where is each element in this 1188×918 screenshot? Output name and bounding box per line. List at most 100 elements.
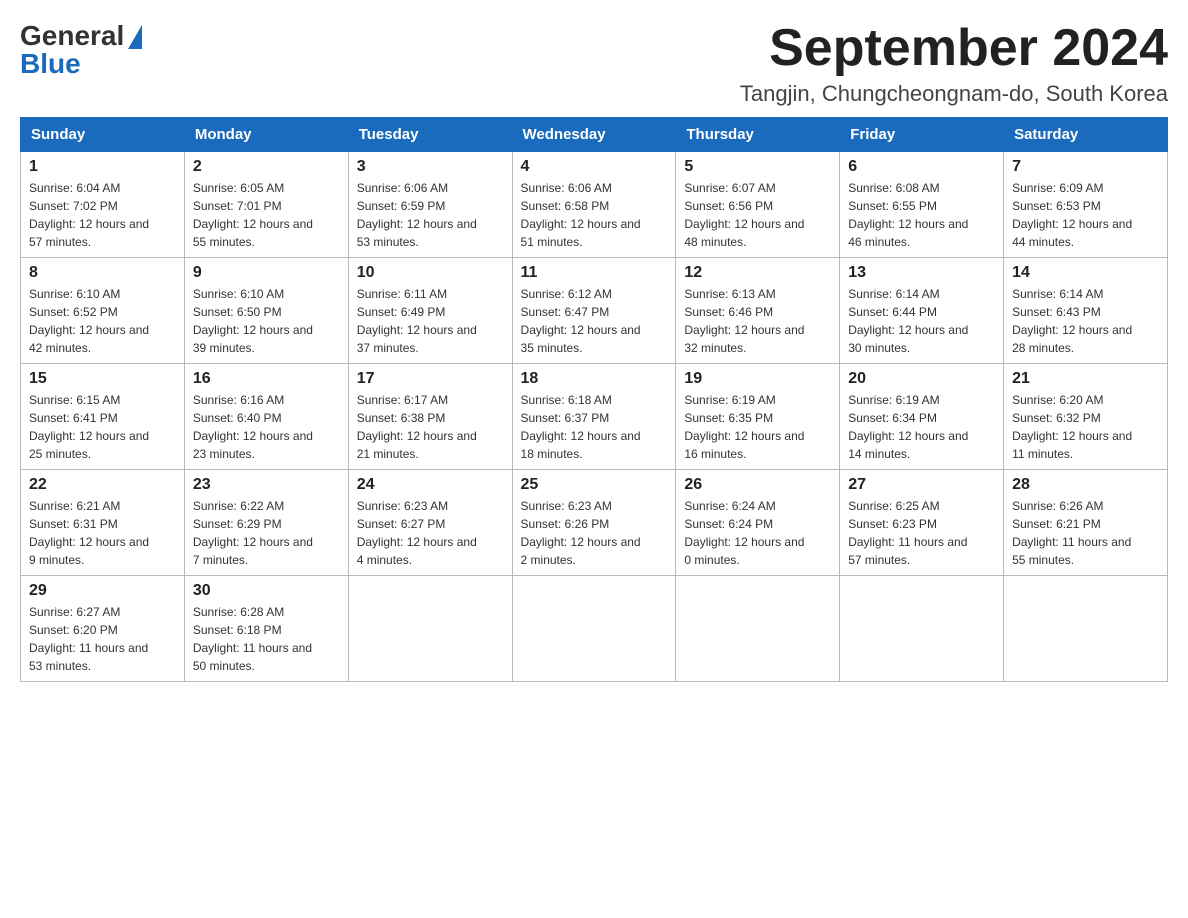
day-number: 2 [193, 158, 340, 176]
day-info: Sunrise: 6:08 AMSunset: 6:55 PMDaylight:… [848, 181, 968, 249]
calendar-cell: 10 Sunrise: 6:11 AMSunset: 6:49 PMDaylig… [348, 258, 512, 364]
day-number: 29 [29, 582, 176, 600]
calendar-header-monday: Monday [184, 118, 348, 152]
day-info: Sunrise: 6:22 AMSunset: 6:29 PMDaylight:… [193, 499, 313, 567]
day-info: Sunrise: 6:13 AMSunset: 6:46 PMDaylight:… [684, 287, 804, 355]
calendar-cell: 13 Sunrise: 6:14 AMSunset: 6:44 PMDaylig… [840, 258, 1004, 364]
calendar-header-sunday: Sunday [21, 118, 185, 152]
day-info: Sunrise: 6:19 AMSunset: 6:34 PMDaylight:… [848, 393, 968, 461]
calendar-cell: 15 Sunrise: 6:15 AMSunset: 6:41 PMDaylig… [21, 364, 185, 470]
calendar-cell [676, 576, 840, 682]
day-number: 27 [848, 476, 995, 494]
day-number: 5 [684, 158, 831, 176]
day-info: Sunrise: 6:28 AMSunset: 6:18 PMDaylight:… [193, 605, 312, 673]
day-info: Sunrise: 6:05 AMSunset: 7:01 PMDaylight:… [193, 181, 313, 249]
calendar-week-row: 22 Sunrise: 6:21 AMSunset: 6:31 PMDaylig… [21, 470, 1168, 576]
day-number: 23 [193, 476, 340, 494]
day-number: 17 [357, 370, 504, 388]
calendar-header-friday: Friday [840, 118, 1004, 152]
subtitle: Tangjin, Chungcheongnam-do, South Korea [740, 81, 1168, 107]
logo-triangle-icon [128, 25, 142, 49]
calendar-week-row: 1 Sunrise: 6:04 AMSunset: 7:02 PMDayligh… [21, 152, 1168, 258]
calendar-cell: 11 Sunrise: 6:12 AMSunset: 6:47 PMDaylig… [512, 258, 676, 364]
calendar-cell [512, 576, 676, 682]
day-info: Sunrise: 6:26 AMSunset: 6:21 PMDaylight:… [1012, 499, 1131, 567]
logo: General Blue [20, 20, 142, 80]
day-info: Sunrise: 6:17 AMSunset: 6:38 PMDaylight:… [357, 393, 477, 461]
day-number: 24 [357, 476, 504, 494]
day-number: 20 [848, 370, 995, 388]
day-info: Sunrise: 6:19 AMSunset: 6:35 PMDaylight:… [684, 393, 804, 461]
day-number: 10 [357, 264, 504, 282]
calendar-header-saturday: Saturday [1004, 118, 1168, 152]
calendar-cell: 14 Sunrise: 6:14 AMSunset: 6:43 PMDaylig… [1004, 258, 1168, 364]
calendar-cell: 3 Sunrise: 6:06 AMSunset: 6:59 PMDayligh… [348, 152, 512, 258]
main-title: September 2024 [740, 20, 1168, 77]
calendar-cell: 6 Sunrise: 6:08 AMSunset: 6:55 PMDayligh… [840, 152, 1004, 258]
day-number: 1 [29, 158, 176, 176]
calendar-week-row: 29 Sunrise: 6:27 AMSunset: 6:20 PMDaylig… [21, 576, 1168, 682]
day-info: Sunrise: 6:11 AMSunset: 6:49 PMDaylight:… [357, 287, 477, 355]
calendar-header-row: SundayMondayTuesdayWednesdayThursdayFrid… [21, 118, 1168, 152]
day-info: Sunrise: 6:04 AMSunset: 7:02 PMDaylight:… [29, 181, 149, 249]
day-number: 30 [193, 582, 340, 600]
day-number: 26 [684, 476, 831, 494]
day-number: 14 [1012, 264, 1159, 282]
day-number: 6 [848, 158, 995, 176]
day-number: 13 [848, 264, 995, 282]
day-number: 28 [1012, 476, 1159, 494]
day-info: Sunrise: 6:07 AMSunset: 6:56 PMDaylight:… [684, 181, 804, 249]
calendar-cell: 8 Sunrise: 6:10 AMSunset: 6:52 PMDayligh… [21, 258, 185, 364]
day-info: Sunrise: 6:27 AMSunset: 6:20 PMDaylight:… [29, 605, 148, 673]
day-number: 21 [1012, 370, 1159, 388]
day-info: Sunrise: 6:15 AMSunset: 6:41 PMDaylight:… [29, 393, 149, 461]
calendar-cell: 2 Sunrise: 6:05 AMSunset: 7:01 PMDayligh… [184, 152, 348, 258]
calendar-cell [840, 576, 1004, 682]
calendar-cell: 25 Sunrise: 6:23 AMSunset: 6:26 PMDaylig… [512, 470, 676, 576]
day-info: Sunrise: 6:23 AMSunset: 6:27 PMDaylight:… [357, 499, 477, 567]
calendar-header-thursday: Thursday [676, 118, 840, 152]
calendar-cell: 20 Sunrise: 6:19 AMSunset: 6:34 PMDaylig… [840, 364, 1004, 470]
day-info: Sunrise: 6:10 AMSunset: 6:52 PMDaylight:… [29, 287, 149, 355]
day-number: 4 [521, 158, 668, 176]
calendar-week-row: 15 Sunrise: 6:15 AMSunset: 6:41 PMDaylig… [21, 364, 1168, 470]
calendar-cell: 30 Sunrise: 6:28 AMSunset: 6:18 PMDaylig… [184, 576, 348, 682]
day-info: Sunrise: 6:06 AMSunset: 6:58 PMDaylight:… [521, 181, 641, 249]
day-number: 12 [684, 264, 831, 282]
calendar-cell: 22 Sunrise: 6:21 AMSunset: 6:31 PMDaylig… [21, 470, 185, 576]
day-info: Sunrise: 6:20 AMSunset: 6:32 PMDaylight:… [1012, 393, 1132, 461]
day-number: 19 [684, 370, 831, 388]
calendar-cell: 18 Sunrise: 6:18 AMSunset: 6:37 PMDaylig… [512, 364, 676, 470]
calendar-cell: 27 Sunrise: 6:25 AMSunset: 6:23 PMDaylig… [840, 470, 1004, 576]
calendar-cell: 4 Sunrise: 6:06 AMSunset: 6:58 PMDayligh… [512, 152, 676, 258]
calendar-header-tuesday: Tuesday [348, 118, 512, 152]
day-info: Sunrise: 6:06 AMSunset: 6:59 PMDaylight:… [357, 181, 477, 249]
calendar-table: SundayMondayTuesdayWednesdayThursdayFrid… [20, 117, 1168, 682]
calendar-cell: 16 Sunrise: 6:16 AMSunset: 6:40 PMDaylig… [184, 364, 348, 470]
day-info: Sunrise: 6:16 AMSunset: 6:40 PMDaylight:… [193, 393, 313, 461]
day-number: 22 [29, 476, 176, 494]
logo-blue-text: Blue [20, 48, 81, 80]
day-info: Sunrise: 6:09 AMSunset: 6:53 PMDaylight:… [1012, 181, 1132, 249]
day-info: Sunrise: 6:21 AMSunset: 6:31 PMDaylight:… [29, 499, 149, 567]
day-number: 16 [193, 370, 340, 388]
day-number: 8 [29, 264, 176, 282]
day-number: 18 [521, 370, 668, 388]
calendar-header-wednesday: Wednesday [512, 118, 676, 152]
day-info: Sunrise: 6:14 AMSunset: 6:44 PMDaylight:… [848, 287, 968, 355]
calendar-cell: 19 Sunrise: 6:19 AMSunset: 6:35 PMDaylig… [676, 364, 840, 470]
calendar-cell: 1 Sunrise: 6:04 AMSunset: 7:02 PMDayligh… [21, 152, 185, 258]
day-info: Sunrise: 6:14 AMSunset: 6:43 PMDaylight:… [1012, 287, 1132, 355]
day-info: Sunrise: 6:12 AMSunset: 6:47 PMDaylight:… [521, 287, 641, 355]
calendar-cell: 17 Sunrise: 6:17 AMSunset: 6:38 PMDaylig… [348, 364, 512, 470]
day-number: 15 [29, 370, 176, 388]
day-number: 9 [193, 264, 340, 282]
calendar-cell: 23 Sunrise: 6:22 AMSunset: 6:29 PMDaylig… [184, 470, 348, 576]
calendar-cell: 24 Sunrise: 6:23 AMSunset: 6:27 PMDaylig… [348, 470, 512, 576]
day-number: 7 [1012, 158, 1159, 176]
calendar-cell: 21 Sunrise: 6:20 AMSunset: 6:32 PMDaylig… [1004, 364, 1168, 470]
header: General Blue September 2024 Tangjin, Chu… [20, 20, 1168, 107]
day-info: Sunrise: 6:23 AMSunset: 6:26 PMDaylight:… [521, 499, 641, 567]
day-info: Sunrise: 6:24 AMSunset: 6:24 PMDaylight:… [684, 499, 804, 567]
day-number: 25 [521, 476, 668, 494]
